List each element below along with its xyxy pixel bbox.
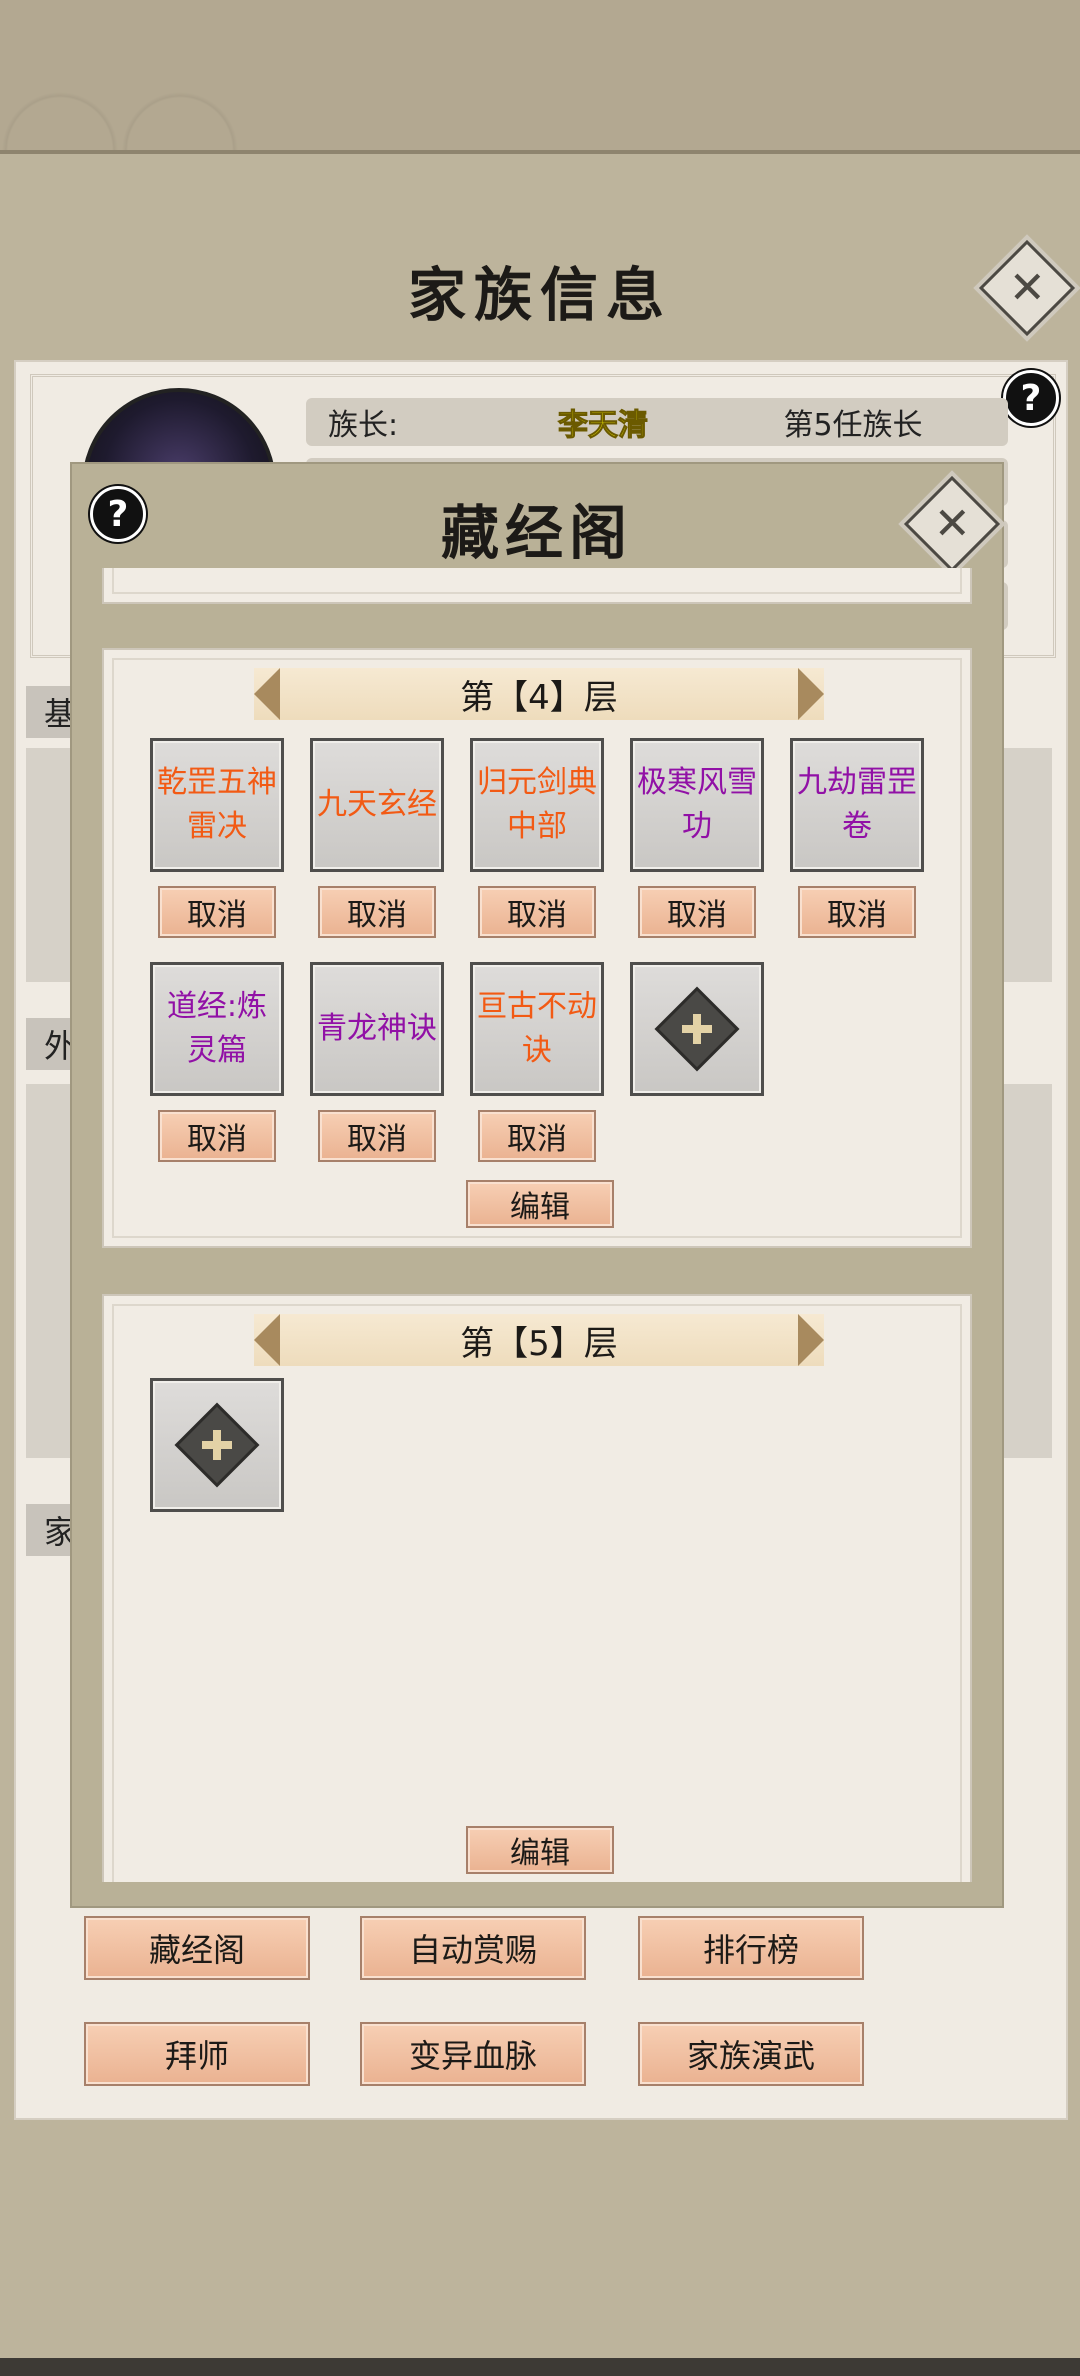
arrow-left-icon[interactable] xyxy=(254,668,280,720)
arrow-left-icon[interactable] xyxy=(254,1314,280,1366)
add-plus-icon xyxy=(174,1402,260,1488)
cancel-button[interactable]: 取消 xyxy=(318,1110,436,1162)
modal-title: 藏经阁 xyxy=(440,499,633,567)
cancel-button[interactable]: 取消 xyxy=(478,886,596,938)
nav-button-bloodline[interactable]: 变异血脉 xyxy=(360,2022,586,2086)
close-icon: ✕ xyxy=(1008,262,1046,313)
add-plus-icon xyxy=(654,986,740,1072)
cancel-button[interactable]: 取消 xyxy=(798,886,916,938)
leader-generation: 第5任族长 xyxy=(783,408,923,443)
nav-button-library[interactable]: 藏经阁 xyxy=(84,1916,310,1980)
leader-name: 李天清 xyxy=(558,408,649,444)
floor-inner-frame xyxy=(112,568,962,594)
floor-title: 第【5】层 xyxy=(460,1323,618,1364)
edit-button[interactable]: 编辑 xyxy=(466,1826,614,1874)
bottom-decoration xyxy=(0,2358,1080,2376)
technique-slot[interactable]: 九劫雷罡卷 xyxy=(790,738,924,872)
technique-slot[interactable]: 归元剑典中部 xyxy=(470,738,604,872)
technique-slot[interactable]: 九天玄经 xyxy=(310,738,444,872)
add-technique-slot[interactable] xyxy=(150,1378,284,1512)
cancel-button[interactable]: 取消 xyxy=(478,1110,596,1162)
technique-slot[interactable]: 极寒风雪功 xyxy=(630,738,764,872)
top-decoration xyxy=(0,0,1080,154)
section-tag-basic: 基 xyxy=(26,686,76,738)
technique-slot[interactable]: 青龙神诀 xyxy=(310,962,444,1096)
arrow-right-icon[interactable] xyxy=(798,668,824,720)
floor-panel-5: 第【5】层 编辑 xyxy=(102,1294,972,1882)
library-modal: 藏经阁 ? ✕ 编辑 第【4】层 乾罡五神雷决 九天玄经 归元剑典中部 极寒风雪… xyxy=(70,462,1004,1908)
nav-button-auto-reward[interactable]: 自动赏赐 xyxy=(360,1916,586,1980)
floor-title: 第【4】层 xyxy=(460,677,618,718)
nav-button-ranking[interactable]: 排行榜 xyxy=(638,1916,864,1980)
floor-panel-partial: 编辑 xyxy=(102,568,972,604)
close-icon: ✕ xyxy=(933,498,971,549)
arrow-right-icon[interactable] xyxy=(798,1314,824,1366)
section-tag-family: 家 xyxy=(26,1504,76,1556)
technique-slot[interactable]: 亘古不动诀 xyxy=(470,962,604,1096)
nav-button-apprentice[interactable]: 拜师 xyxy=(84,2022,310,2086)
modal-help-button[interactable]: ? xyxy=(90,486,146,542)
leader-row: 族长: 李天清 第5任族长 xyxy=(306,398,1008,446)
page-title: 家族信息 xyxy=(407,261,672,329)
cancel-button[interactable]: 取消 xyxy=(158,1110,276,1162)
floor-panel-4: 第【4】层 乾罡五神雷决 九天玄经 归元剑典中部 极寒风雪功 九劫雷罡卷 取消 … xyxy=(102,648,972,1248)
technique-slot[interactable]: 道经:炼灵篇 xyxy=(150,962,284,1096)
edit-button[interactable]: 编辑 xyxy=(466,1180,614,1228)
floor-header: 第【4】层 xyxy=(254,668,824,720)
nav-button-martial-drill[interactable]: 家族演武 xyxy=(638,2022,864,2086)
cancel-button[interactable]: 取消 xyxy=(318,886,436,938)
floor-header: 第【5】层 xyxy=(254,1314,824,1366)
cancel-button[interactable]: 取消 xyxy=(158,886,276,938)
add-technique-slot[interactable] xyxy=(630,962,764,1096)
cancel-button[interactable]: 取消 xyxy=(638,886,756,938)
leader-label: 族长: xyxy=(328,408,399,443)
family-help-button[interactable]: ? xyxy=(1003,370,1059,426)
floor-scroll-area[interactable]: 编辑 第【4】层 乾罡五神雷决 九天玄经 归元剑典中部 极寒风雪功 九劫雷罡卷 … xyxy=(102,568,972,1882)
section-tag-outer: 外 xyxy=(26,1018,76,1070)
technique-slot[interactable]: 乾罡五神雷决 xyxy=(150,738,284,872)
